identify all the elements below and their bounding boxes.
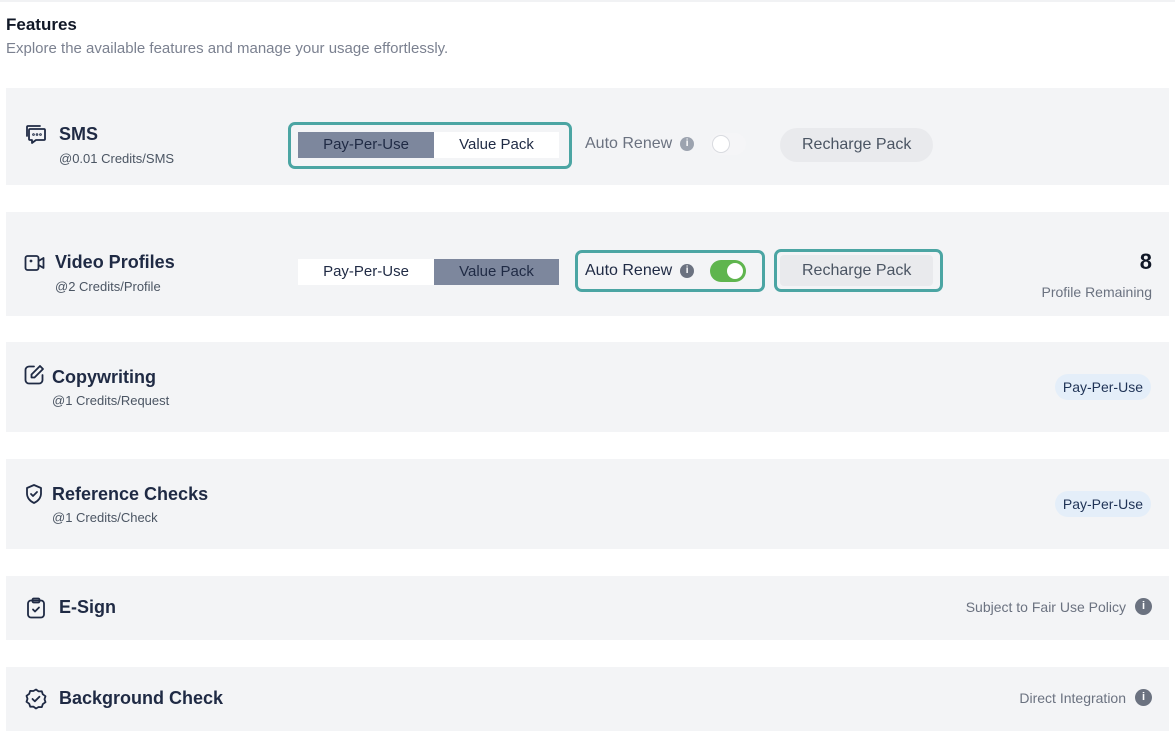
auto-renew-toggle[interactable] [710, 260, 747, 282]
edit-pen-icon [22, 363, 46, 387]
note-text: Subject to Fair Use Policy [965, 598, 1126, 615]
feature-name: Background Check [59, 688, 224, 708]
info-icon[interactable]: i [680, 137, 695, 151]
fair-use-note: Subject to Fair Use Policy i [966, 598, 1152, 615]
page-subtitle: Explore the available features and manag… [6, 40, 449, 57]
value-pack-option[interactable]: Value Pack [434, 132, 559, 158]
info-icon[interactable]: i [1135, 598, 1152, 615]
pay-per-use-option[interactable]: Pay-Per-Use [298, 132, 434, 158]
info-icon[interactable]: i [680, 264, 695, 278]
feature-name: Copywriting [52, 367, 156, 387]
clipboard-check-icon [24, 596, 48, 620]
feature-name: Reference Checks [52, 484, 209, 504]
feature-row-copywriting: Copywriting @1 Credits/Request Pay-Per-U… [6, 342, 1169, 432]
auto-renew-toggle[interactable] [710, 133, 747, 155]
auto-renew-control: Auto Renew i [585, 129, 747, 159]
integration-note: Direct Integration i [1019, 689, 1152, 706]
feature-rate: @1 Credits/Check [52, 510, 158, 525]
note-text: Direct Integration [1019, 689, 1126, 706]
pay-per-use-badge: Pay-Per-Use [1054, 374, 1151, 400]
top-divider [0, 0, 1175, 2]
info-icon[interactable]: i [1135, 689, 1152, 706]
recharge-pack-button[interactable]: Recharge Pack [780, 128, 934, 162]
pricing-segment: Pay-Per-Use Value Pack [298, 259, 559, 285]
video-camera-icon [23, 251, 47, 275]
feature-rate: @0.01 Credits/SMS [59, 151, 175, 166]
feature-row-background-check: Background Check Direct Integration i [6, 667, 1169, 731]
feature-name: E-Sign [59, 597, 116, 617]
value-pack-option[interactable]: Value Pack [434, 259, 559, 285]
feature-rate: @1 Credits/Request [52, 393, 170, 408]
feature-name: SMS [59, 124, 99, 144]
shield-check-icon [22, 482, 46, 506]
page-title: Features [6, 15, 77, 34]
remaining-label: Profile Remaining [1041, 284, 1153, 300]
feature-row-sms: SMS @0.01 Credits/SMS Pay-Per-Use Value … [6, 88, 1169, 185]
pay-per-use-option[interactable]: Pay-Per-Use [298, 259, 434, 285]
feature-name: Video Profiles [55, 252, 175, 272]
chat-bubble-icon [24, 123, 48, 147]
feature-row-reference-checks: Reference Checks @1 Credits/Check Pay-Pe… [6, 459, 1169, 549]
auto-renew-label: Auto Renew [585, 262, 673, 279]
feature-row-video-profiles: Video Profiles @2 Credits/Profile Pay-Pe… [6, 212, 1169, 316]
feature-row-e-sign: E-Sign Subject to Fair Use Policy i [6, 576, 1169, 640]
remaining-count: 8 [1139, 249, 1152, 274]
auto-renew-control: Auto Renew i [585, 256, 747, 286]
pricing-segment: Pay-Per-Use Value Pack [298, 132, 559, 158]
badge-check-icon [24, 687, 48, 711]
pay-per-use-badge: Pay-Per-Use [1054, 491, 1151, 517]
feature-rate: @2 Credits/Profile [55, 279, 161, 294]
recharge-pack-button[interactable]: Recharge Pack [780, 255, 934, 286]
auto-renew-label: Auto Renew [585, 135, 673, 152]
